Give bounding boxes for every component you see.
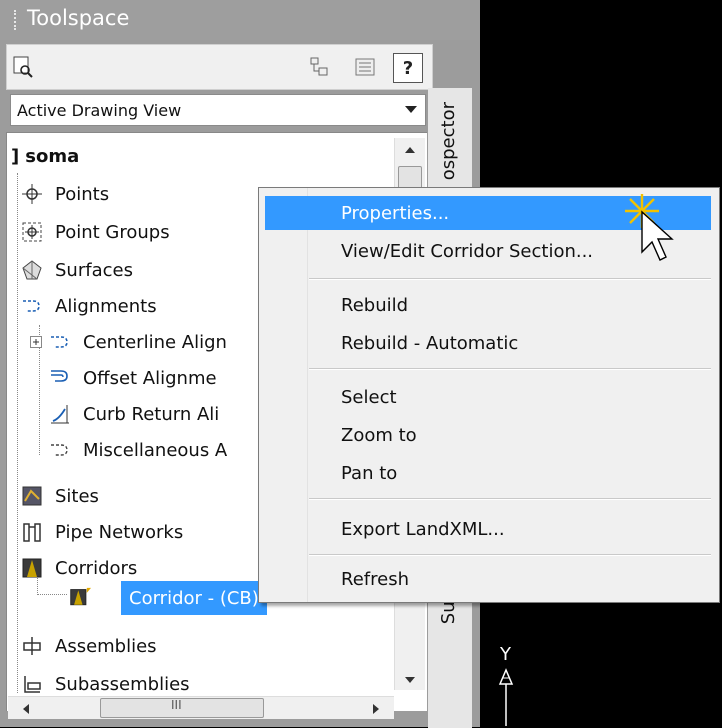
toolspace-title: Toolspace [27, 6, 130, 30]
alignments-icon [21, 295, 43, 317]
menu-item-select[interactable]: Select [265, 380, 711, 414]
help-icon[interactable]: ? [393, 53, 423, 83]
sites-icon [21, 485, 43, 507]
tree-view-icon[interactable] [307, 55, 331, 79]
tree-item-alignments[interactable]: Alignments [21, 289, 157, 323]
menu-separator [309, 554, 711, 556]
menu-item-rebuild-automatic[interactable]: Rebuild - Automatic [265, 326, 711, 360]
list-view-icon[interactable] [353, 55, 377, 79]
subassemblies-icon [21, 673, 43, 695]
tree-item-label: Corridors [55, 557, 138, 579]
horizontal-scroll-thumb[interactable]: III [100, 698, 264, 718]
corridor-item-icon [69, 587, 91, 609]
scroll-down-icon[interactable] [404, 676, 416, 684]
selected-item-highlight: Corridor - (CB) [121, 581, 267, 615]
tree-item-label: Curb Return Ali [83, 403, 220, 425]
menu-item-export-landxml[interactable]: Export LandXML... [265, 512, 711, 546]
tree-item-label: Alignments [55, 295, 157, 317]
inspect-magnifier-icon[interactable] [11, 55, 35, 79]
root-bracket: ] [11, 145, 20, 167]
assemblies-icon [21, 635, 43, 657]
surfaces-icon [21, 259, 43, 281]
tree-item-label: Points [55, 183, 110, 205]
tree-item-label: Offset Alignme [83, 367, 217, 389]
tree-item-label: Point Groups [55, 221, 170, 243]
tree-item-label: Sites [55, 485, 99, 507]
tree-item-label: Pipe Networks [55, 521, 184, 543]
centerline-alignment-icon [49, 331, 71, 353]
menu-item-pan-to[interactable]: Pan to [265, 456, 711, 490]
tree-item-misc-alignments[interactable]: Miscellaneous A [49, 433, 227, 467]
toolspace-toolbar: ? [6, 44, 433, 90]
tree-item-label: Assemblies [55, 635, 157, 657]
tree-item-label: Miscellaneous A [83, 439, 228, 461]
curb-return-alignment-icon [49, 403, 71, 425]
tree-item-centerline-alignments[interactable]: Centerline Align [29, 325, 227, 359]
offset-alignment-icon [49, 367, 71, 389]
menu-separator [309, 368, 711, 370]
tree-item-label: Centerline Align [83, 331, 227, 353]
tree-item-label: Subassemblies [55, 673, 190, 695]
click-burst-icon [625, 194, 674, 261]
points-icon [21, 183, 43, 205]
tree-item-corridors[interactable]: Corridors [21, 551, 137, 585]
tree-item-sites[interactable]: Sites [21, 479, 99, 513]
menu-item-zoom-to[interactable]: Zoom to [265, 418, 711, 452]
scroll-grip: III [171, 698, 182, 712]
dropdown-arrow-icon[interactable] [405, 106, 417, 113]
scroll-right-icon[interactable] [372, 703, 380, 715]
ucs-icon [498, 668, 514, 726]
tree-root[interactable]: ] soma [11, 139, 79, 173]
scroll-up-icon[interactable] [404, 146, 416, 154]
menu-item-refresh[interactable]: Refresh [265, 562, 711, 596]
point-groups-icon [21, 221, 43, 243]
tree-root-label: soma [25, 145, 80, 167]
tree-item-pipe-networks[interactable]: Pipe Networks [21, 515, 183, 549]
y-axis-label: Y [500, 644, 511, 665]
tree-item-points[interactable]: Points [21, 177, 109, 211]
tree-item-curb-return-alignments[interactable]: Curb Return Ali [49, 397, 219, 431]
corridors-icon [21, 557, 43, 579]
pipe-networks-icon [21, 521, 43, 543]
expand-plus-icon[interactable] [29, 331, 43, 353]
tree-item-surfaces[interactable]: Surfaces [21, 253, 133, 287]
toolspace-titlebar[interactable]: Toolspace [0, 0, 480, 40]
view-dropdown-value: Active Drawing View [17, 101, 182, 120]
view-dropdown[interactable]: Active Drawing View [10, 94, 426, 126]
tree-item-assemblies[interactable]: Assemblies [21, 629, 157, 663]
misc-alignment-icon [49, 439, 71, 461]
tree-item-label: Surfaces [55, 259, 133, 281]
tree-item-point-groups[interactable]: Point Groups [21, 215, 170, 249]
grip-icon[interactable] [14, 10, 22, 30]
menu-item-rebuild[interactable]: Rebuild [265, 288, 711, 322]
cursor-arrow-icon [641, 210, 674, 261]
tree-item-corridor-cb[interactable]: Corridor - (CB) [69, 581, 267, 615]
tree-connector [37, 594, 67, 595]
menu-separator [309, 498, 711, 500]
tab-prospector[interactable]: ospector [438, 102, 459, 180]
scroll-left-icon[interactable] [22, 703, 30, 715]
menu-separator [309, 278, 711, 280]
tree-item-offset-alignments[interactable]: Offset Alignme [49, 361, 217, 395]
tree-connector [17, 173, 18, 693]
